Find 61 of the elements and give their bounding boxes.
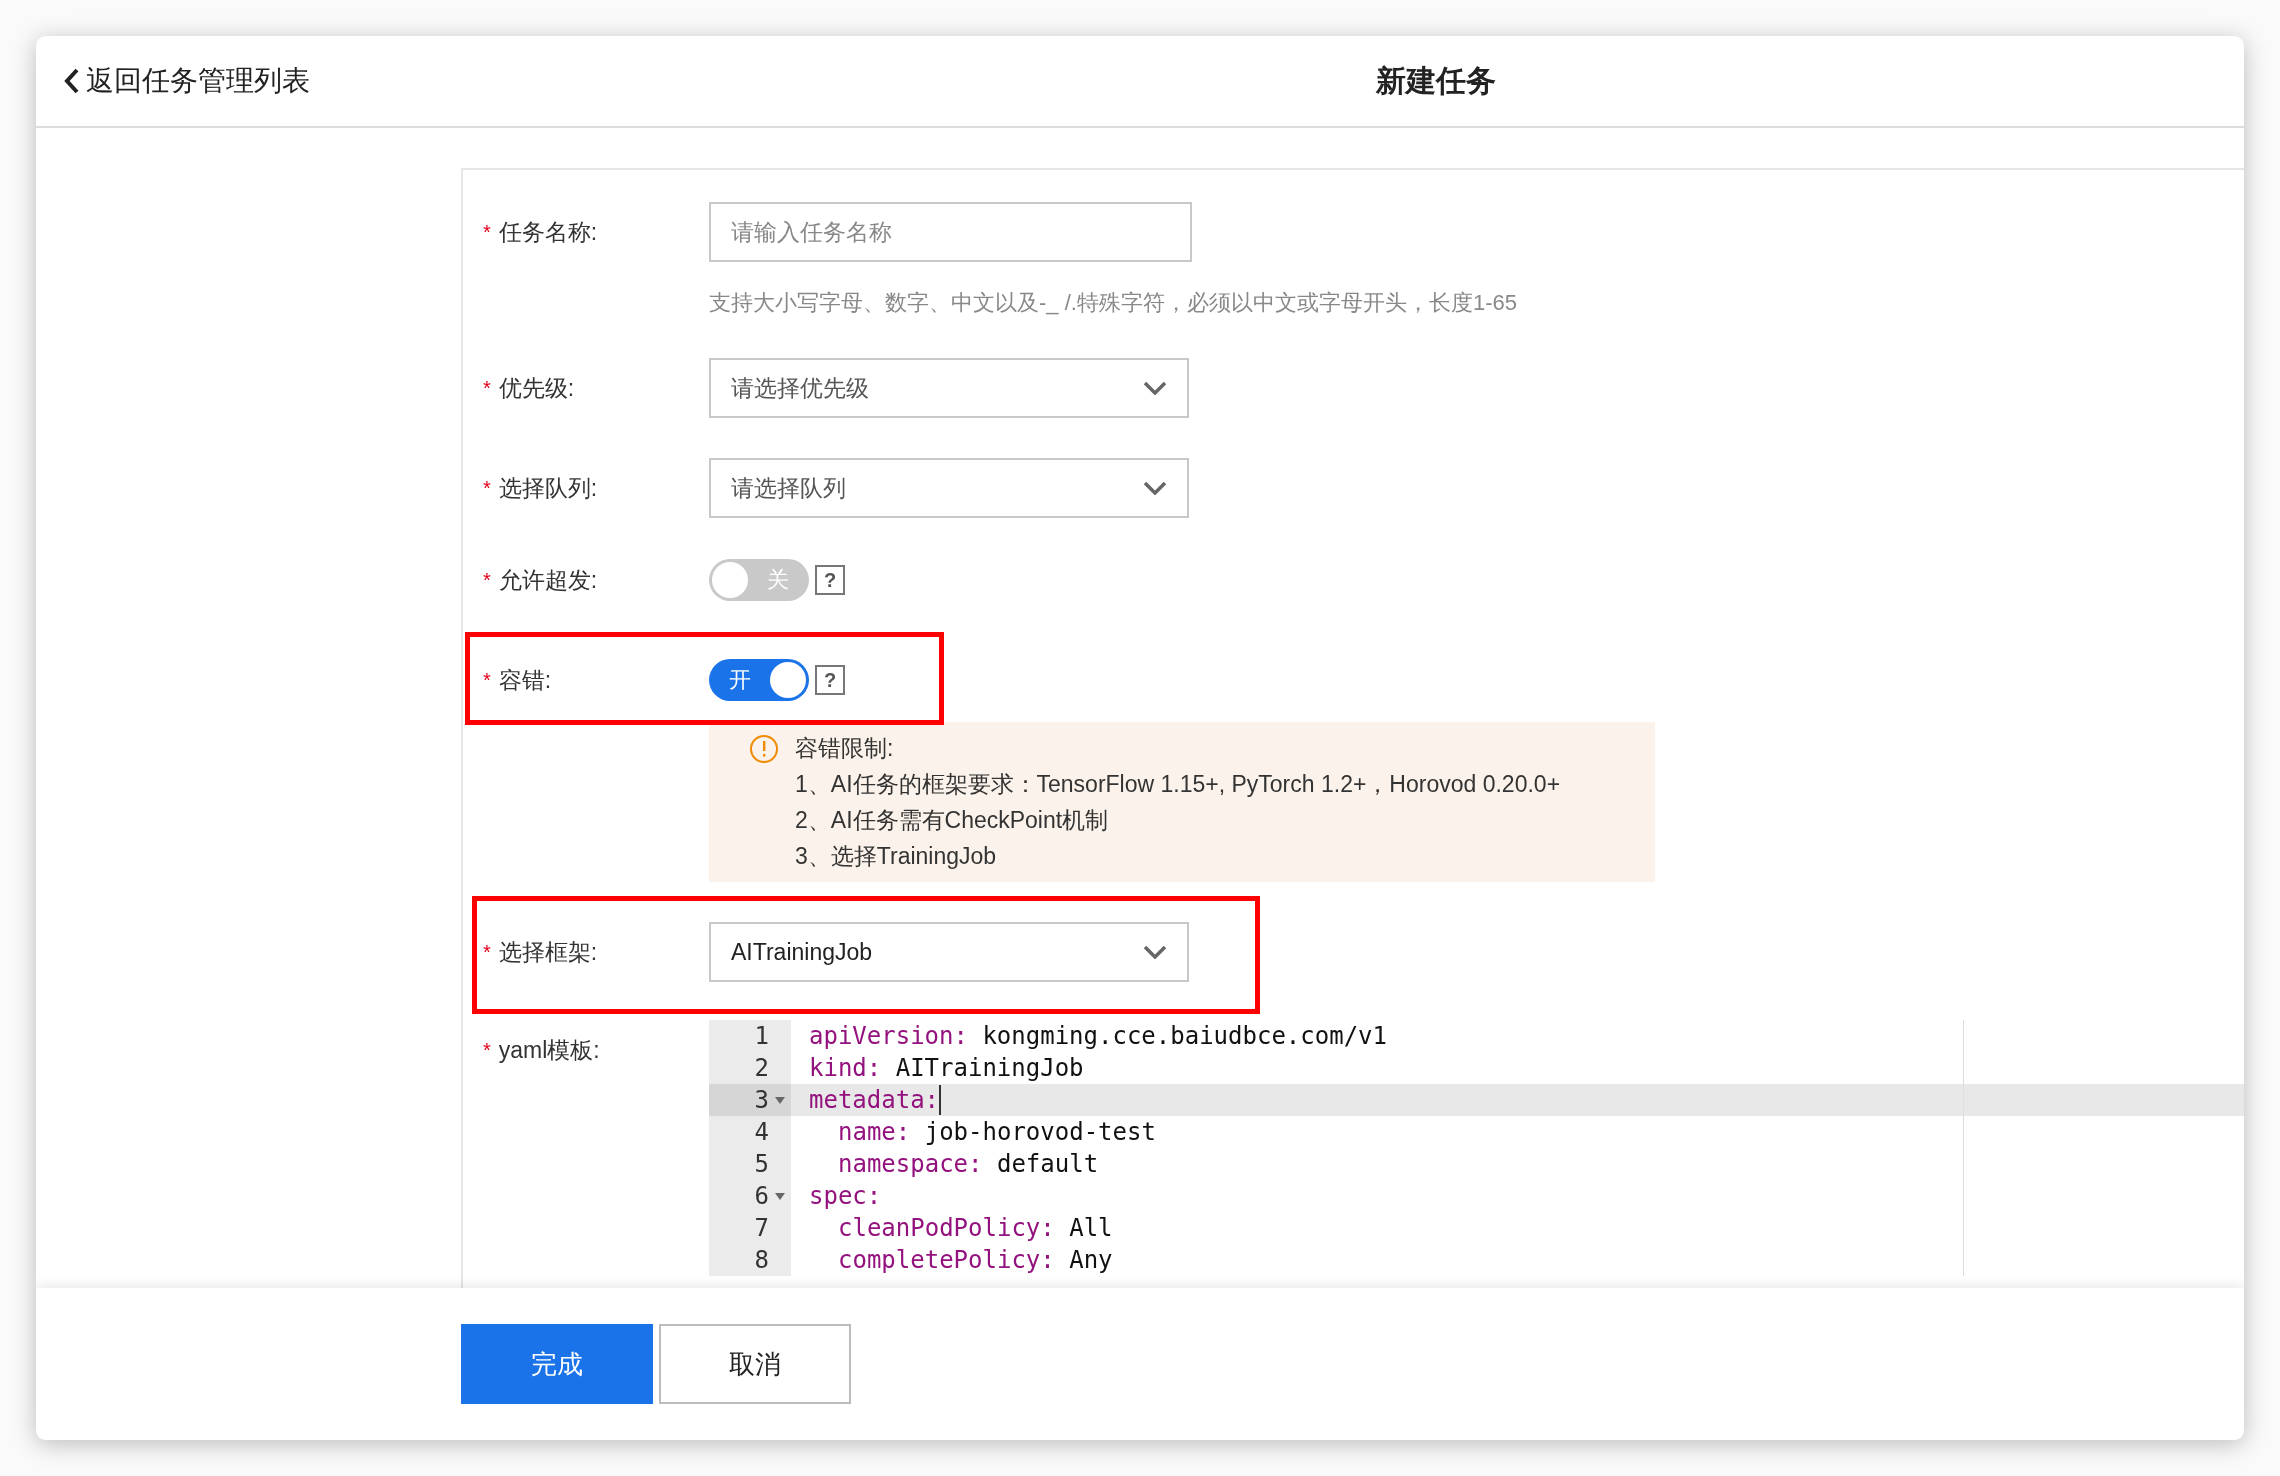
yaml-key: namespace: bbox=[838, 1148, 983, 1180]
select-field[interactable]: 请选择队列 bbox=[709, 458, 1189, 518]
yaml-key: apiVersion: bbox=[809, 1020, 968, 1052]
required-mark: * bbox=[483, 940, 491, 964]
confirm-button[interactable]: 完成 bbox=[461, 1324, 653, 1404]
line-number: 3 bbox=[709, 1084, 791, 1116]
yaml-key: kind: bbox=[809, 1052, 882, 1084]
field-label: 选择队列: bbox=[498, 473, 598, 503]
yaml-value: Any bbox=[1068, 1245, 1113, 1276]
field-label: 允许超发: bbox=[498, 565, 598, 595]
required-mark: * bbox=[483, 568, 491, 592]
yaml-key: name: bbox=[838, 1116, 911, 1148]
help-button[interactable]: ? bbox=[815, 665, 845, 695]
warning-icon bbox=[749, 734, 779, 764]
notice-text: 3、选择TrainingJob bbox=[795, 842, 998, 871]
required-mark: * bbox=[483, 476, 491, 500]
required-mark: * bbox=[483, 220, 491, 244]
text-cursor bbox=[939, 1085, 942, 1115]
task-name-field[interactable]: 请输入任务名称 bbox=[709, 202, 1192, 262]
select-field[interactable]: AITrainingJob bbox=[709, 922, 1189, 982]
code-editor[interactable]: 1 apiVersion: kongming.cce.baiudbce.com/v1 2 kind: AITrainingJob 3 metadata: 4 name: job-horovod-test 5 namespace: default 6 spec: 7 cleanPodPolicy: All 8 completePolicy: Any bbox=[709, 1020, 2244, 1276]
caret-icon[interactable] bbox=[775, 1097, 785, 1104]
yaml-value: All bbox=[1068, 1213, 1113, 1244]
chevron-left-icon bbox=[62, 67, 80, 95]
required-mark: * bbox=[483, 376, 491, 400]
notice-text: 1、AI任务的框架要求：TensorFlow 1.15+, PyTorch 1.2+，Horovod 0.20.0+ bbox=[795, 770, 1561, 799]
chevron-down-icon bbox=[1143, 381, 1167, 395]
help-button[interactable]: ? bbox=[815, 565, 845, 595]
field-label: 选择框架: bbox=[498, 937, 598, 967]
yaml-key: cleanPodPolicy: bbox=[838, 1212, 1055, 1244]
yaml-key: spec: bbox=[809, 1180, 882, 1212]
page-title: 新建任务 bbox=[1376, 62, 1496, 99]
field-label: yaml模板: bbox=[498, 1035, 600, 1065]
line-number: 4 bbox=[709, 1116, 791, 1148]
hint-text: 支持大小写字母、数字、中文以及-_ /.特殊字符，必须以中文或字母开头，长度1-65 bbox=[709, 289, 1517, 317]
yaml-value: job-horovod-test bbox=[923, 1117, 1156, 1148]
field-label: 容错: bbox=[498, 665, 552, 695]
yaml-key: metadata: bbox=[809, 1084, 940, 1116]
notice-title: 容错限制: bbox=[795, 734, 895, 763]
back-link[interactable]: 返回任务管理列表 bbox=[62, 62, 310, 100]
line-number: 6 bbox=[709, 1180, 791, 1212]
required-mark: * bbox=[483, 1038, 491, 1062]
caret-icon[interactable] bbox=[775, 1193, 785, 1200]
line-number: 1 bbox=[709, 1020, 791, 1052]
field-label: 任务名称: bbox=[498, 217, 598, 247]
required-mark: * bbox=[483, 668, 491, 692]
select-field[interactable]: 请选择优先级 bbox=[709, 358, 1189, 418]
field-label: 优先级: bbox=[498, 373, 575, 403]
yaml-value: AITrainingJob bbox=[894, 1053, 1084, 1084]
yaml-key: completePolicy: bbox=[838, 1244, 1055, 1276]
yaml-value: kongming.cce.baiudbce.com/v1 bbox=[981, 1021, 1387, 1052]
line-number: 8 bbox=[709, 1244, 791, 1276]
cancel-button[interactable]: 取消 bbox=[659, 1324, 851, 1404]
line-number: 5 bbox=[709, 1148, 791, 1180]
toggle-switch[interactable]: 开 bbox=[709, 659, 809, 701]
yaml-value: default bbox=[995, 1149, 1099, 1180]
notice-text: 2、AI任务需有CheckPoint机制 bbox=[795, 806, 1110, 835]
chevron-down-icon bbox=[1143, 945, 1167, 959]
line-number: 7 bbox=[709, 1212, 791, 1244]
chevron-down-icon bbox=[1143, 481, 1167, 495]
line-number: 2 bbox=[709, 1052, 791, 1084]
